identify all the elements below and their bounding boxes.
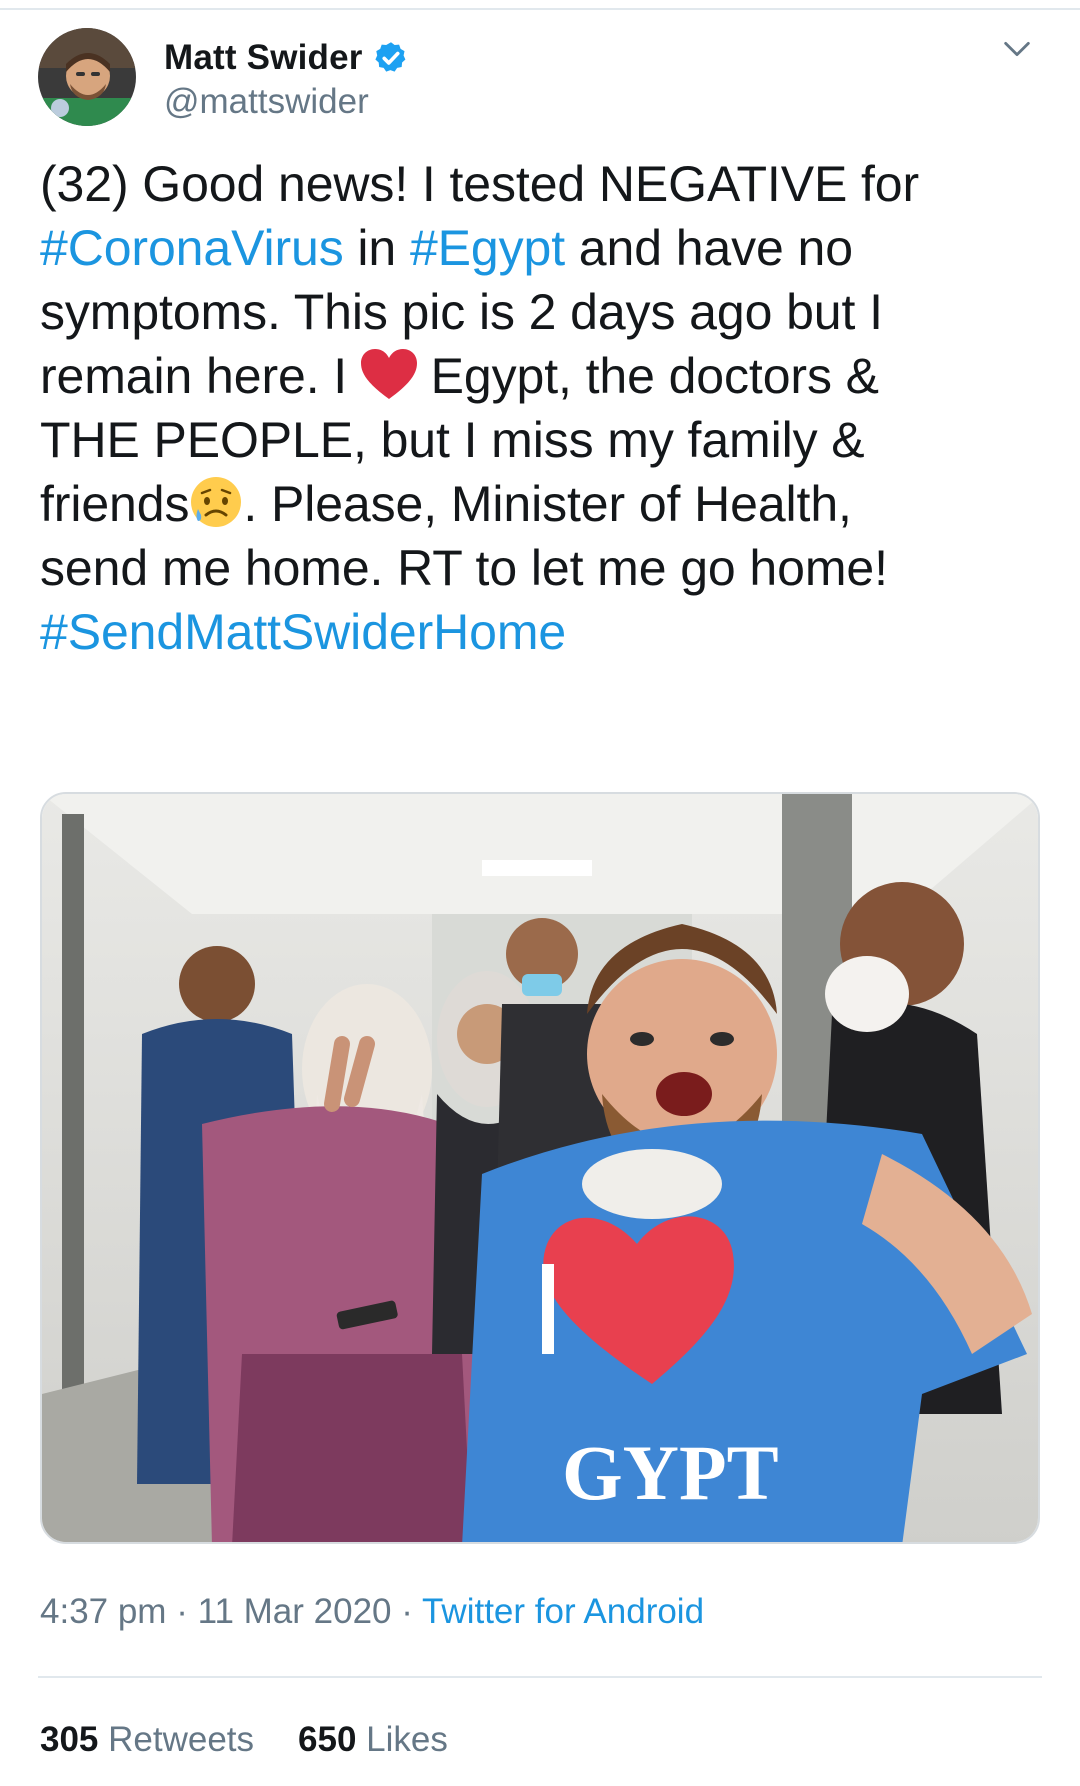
hashtag-sendmattswiderhome-link[interactable]: #SendMattSwiderHome [40,604,566,660]
tweet-text: (32) Good news! I tested NEGATIVE for #C… [40,152,1050,664]
meta-separator: · [166,1592,198,1631]
top-divider [0,8,1080,10]
meta-separator: · [391,1592,422,1631]
tweet-date[interactable]: 11 Mar 2020 [198,1592,392,1631]
hashtag-egypt-link[interactable]: #Egypt [410,220,565,276]
retweets-count: 305 [40,1720,99,1759]
tweet-text-segment: and have no [565,220,853,276]
tweet-text-segment: Egypt, the doctors & [416,348,879,404]
tweet-text-segment: remain here. I [40,348,361,404]
stats-divider [38,1676,1042,1678]
tweet-line: send me home. RT to let me go home! [40,536,1050,600]
tweet-line: (32) Good news! I tested NEGATIVE for [40,152,1050,216]
tweet-line: symptoms. This pic is 2 days ago but I [40,280,1050,344]
handle[interactable]: @mattswider [164,82,369,122]
red-heart-emoji [360,349,417,399]
tweet-text-segment: symptoms. This pic is 2 days ago but I [40,284,883,340]
display-name[interactable]: Matt Swider [164,38,363,78]
name-row: Matt Swider [164,36,409,80]
tweet-text-segment: . Please, Minister of Health, [243,476,852,532]
tweet-text-segment: THE PEOPLE, but I miss my family & [40,412,865,468]
shirt-text: GYPT [562,1429,779,1516]
avatar[interactable] [38,28,136,126]
sad-tear-emoji [191,477,242,527]
likes-label: Likes [356,1720,448,1759]
tweet-text-segment: send me home. RT to let me go home! [40,540,888,596]
verified-badge-icon [375,42,406,72]
tweet-stats: 305 Retweets 650 Likes [40,1720,492,1760]
retweets-label: Retweets [98,1720,255,1759]
tweet-line: #SendMattSwiderHome [40,600,1050,664]
tweet-text-segment: friends [40,476,190,532]
tweet-line: remain here. I Egypt, the doctors & [40,344,1050,408]
tweet-meta: 4:37 pm · 11 Mar 2020 · Twitter for Andr… [40,1592,704,1632]
tweet-time[interactable]: 4:37 pm [40,1592,166,1631]
tweet-line: friends . Please, Minister of Health, [40,472,1050,536]
likes-count: 650 [298,1720,357,1759]
tweet-text-segment: (32) Good news! I tested NEGATIVE for [40,156,920,212]
tweet-line: THE PEOPLE, but I miss my family & [40,408,1050,472]
tweet-line: #CoronaVirus in #Egypt and have no [40,216,1050,280]
tweet-photo[interactable]: GYPT [40,792,1040,1544]
tweet-source-link[interactable]: Twitter for Android [422,1592,704,1631]
hashtag-coronavirus-link[interactable]: #CoronaVirus [40,220,344,276]
retweets-stat[interactable]: 305 Retweets [40,1720,254,1759]
chevron-down-icon[interactable] [1000,32,1034,66]
tweet-header: Matt Swider @mattswider [38,28,1048,128]
tweet-text-segment: in [343,220,410,276]
likes-stat[interactable]: 650 Likes [298,1720,448,1759]
